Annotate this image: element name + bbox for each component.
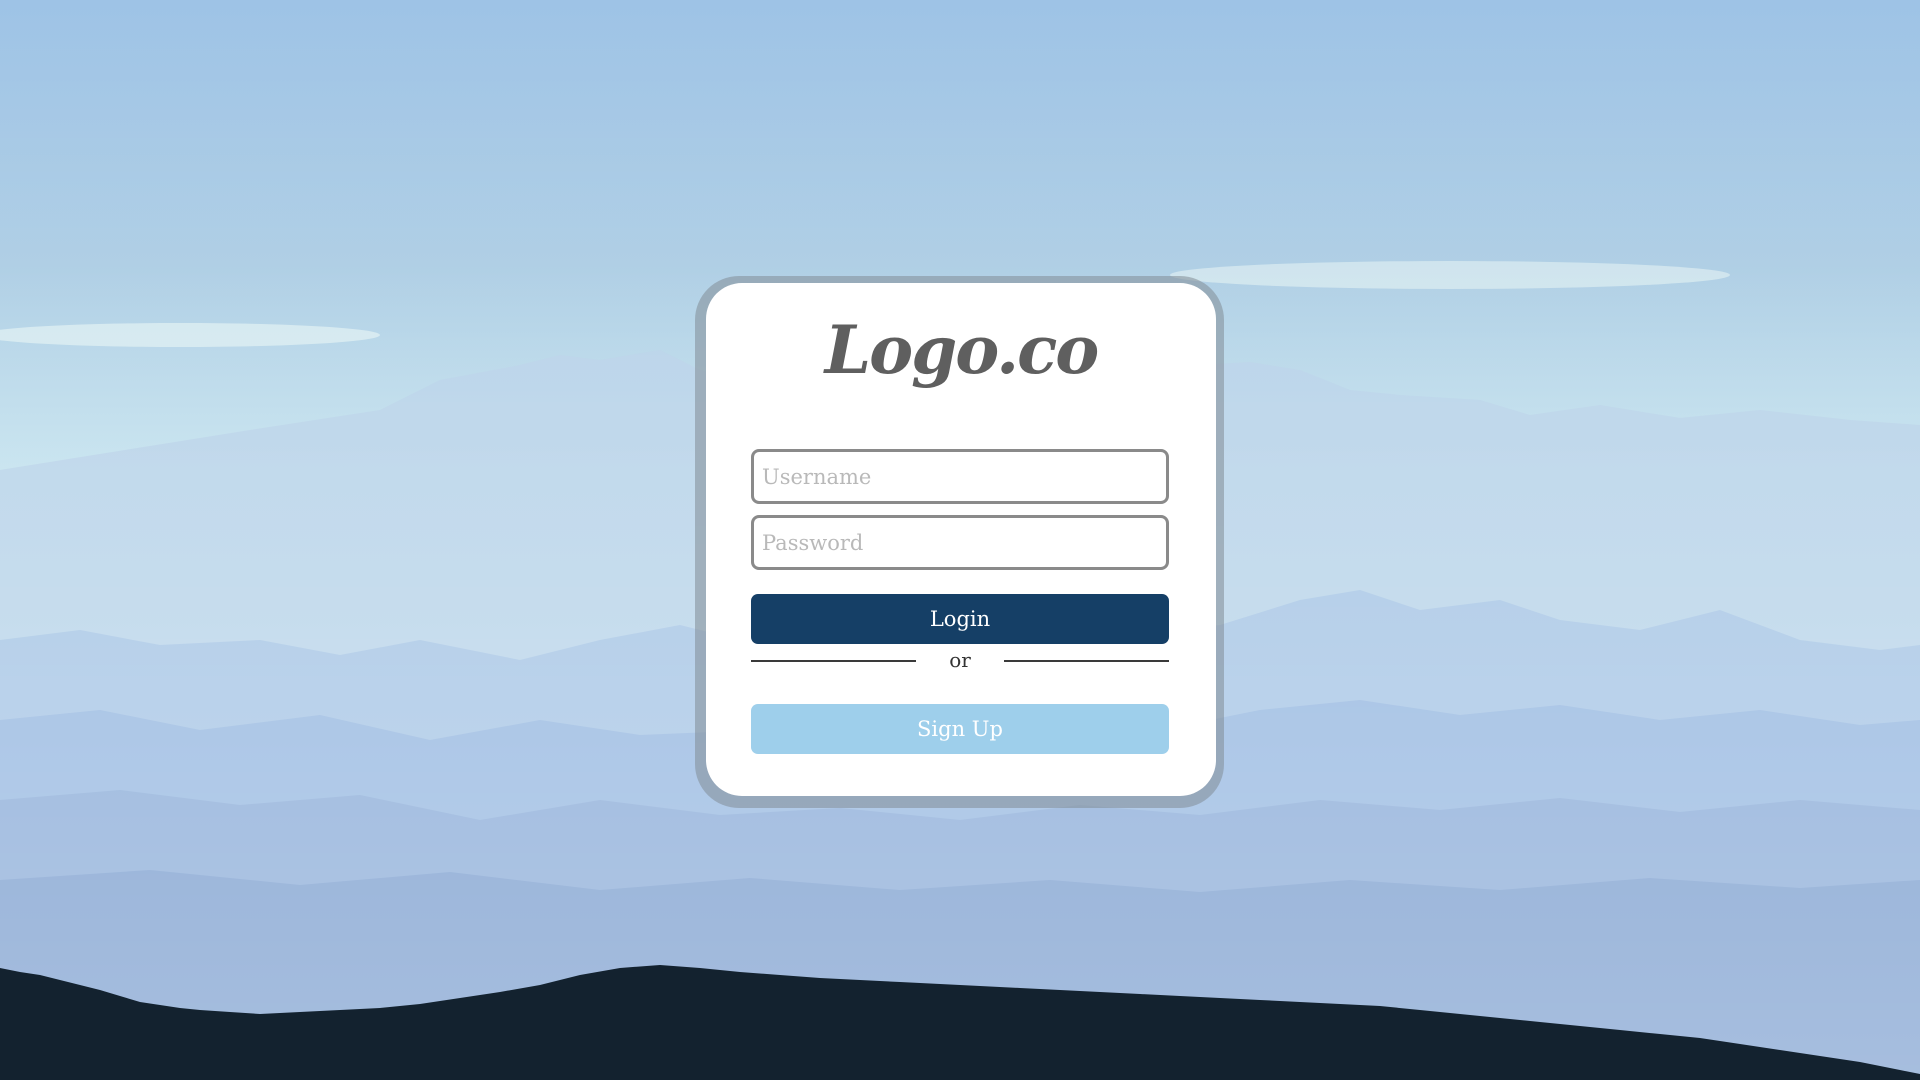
password-input[interactable]	[751, 515, 1169, 570]
username-input[interactable]	[751, 449, 1169, 504]
brand-logo: Logo.co	[824, 311, 1100, 389]
or-divider: or	[751, 645, 1169, 675]
login-button[interactable]: Login	[751, 594, 1169, 644]
signup-button[interactable]: Sign Up	[751, 704, 1169, 754]
login-card: Logo.co Login or Sign Up	[706, 283, 1216, 796]
divider-line-right	[1004, 660, 1169, 662]
